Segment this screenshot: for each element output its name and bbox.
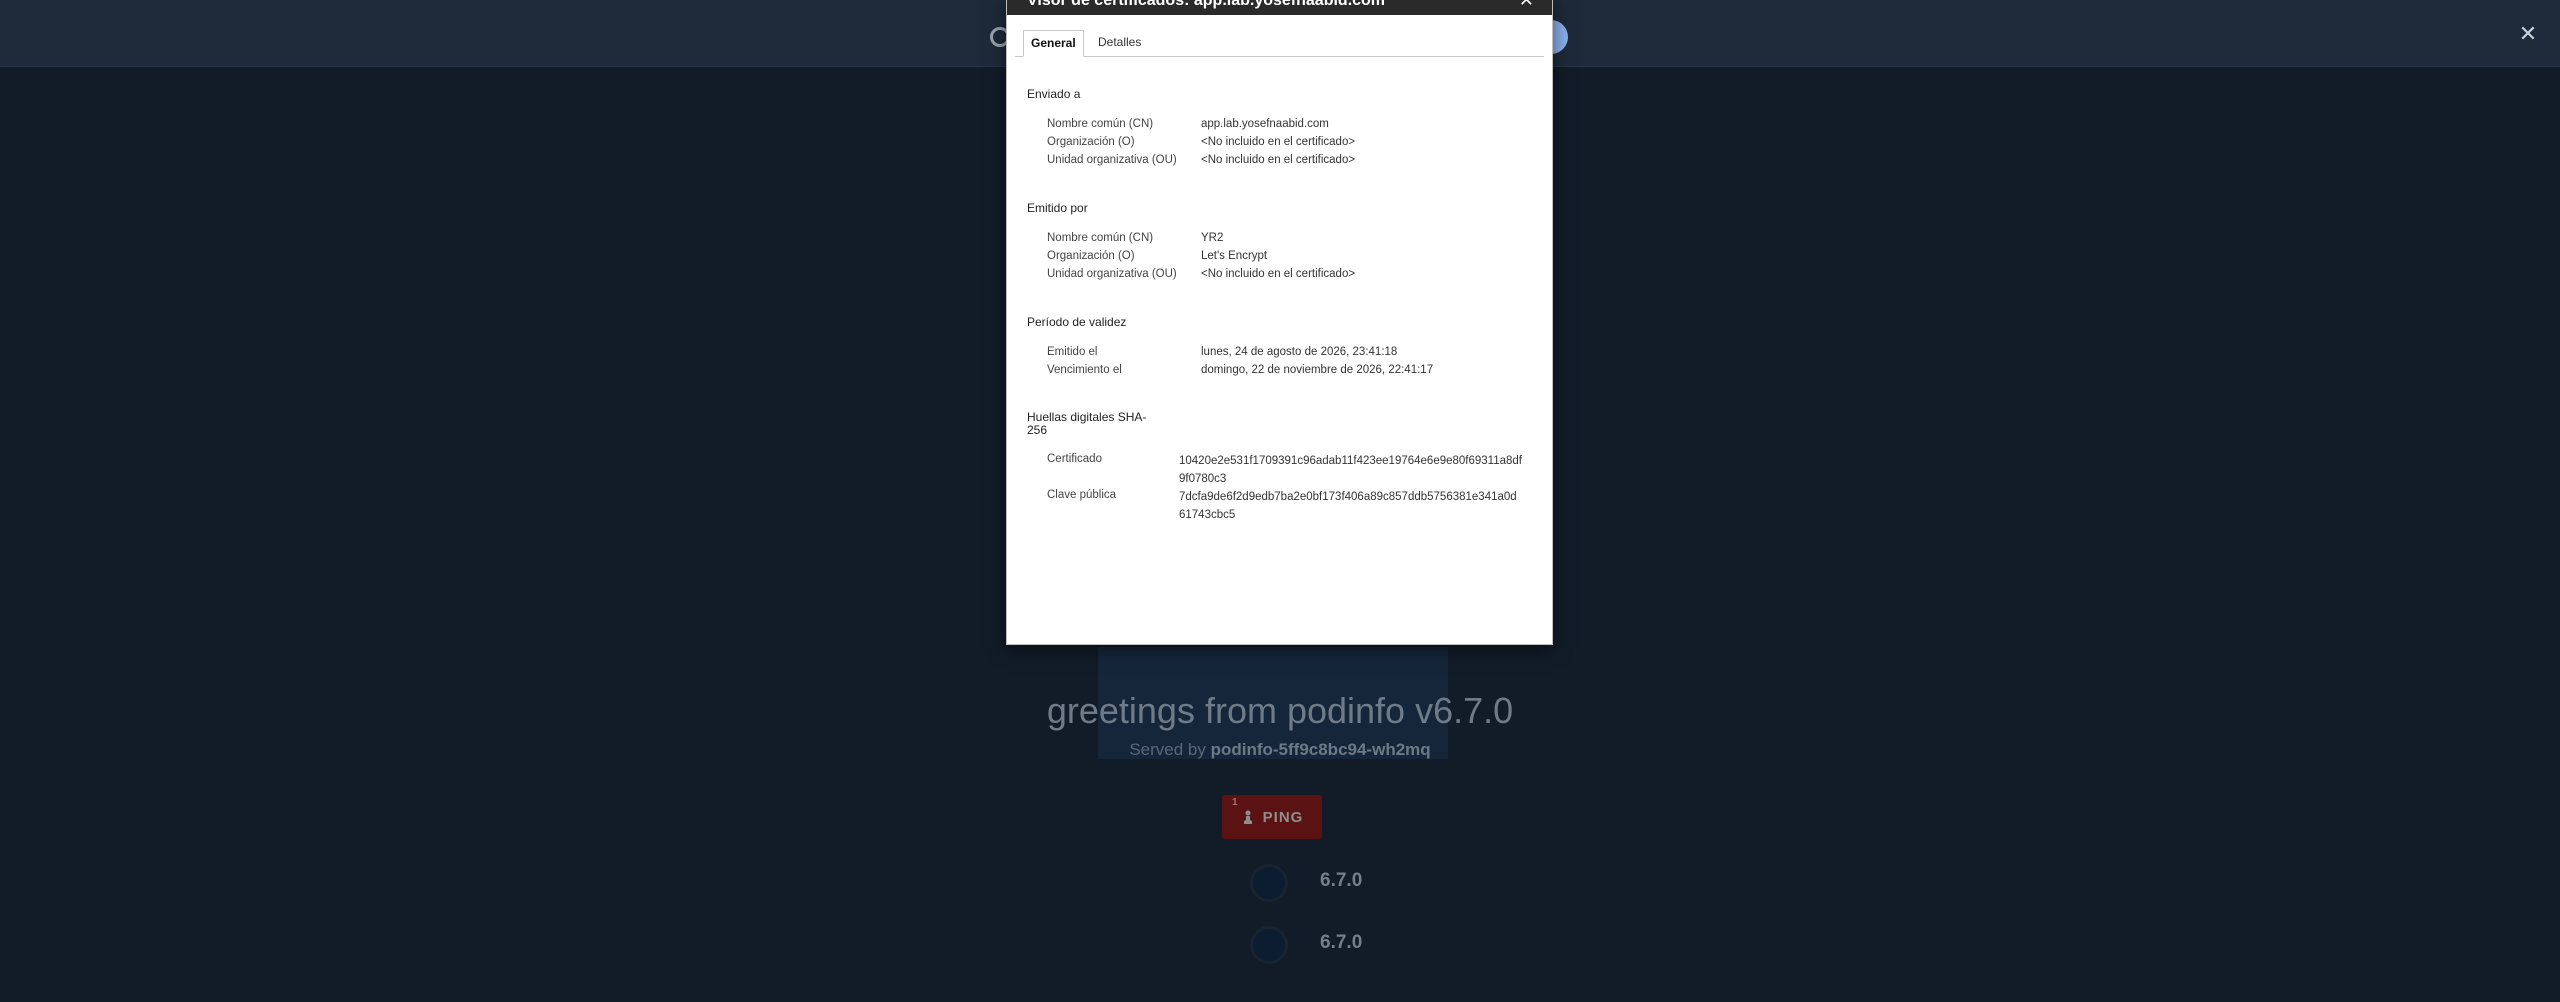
certificate-viewer-dialog: Visor de certificados: app.lab.yosefnaab… (1007, 0, 1552, 644)
field-value: <No incluido en el certificado> (1201, 154, 1356, 166)
dialog-title: Visor de certificados: app.lab.yosefnaab… (1027, 0, 1386, 9)
issued-by-heading: Emitido por (1027, 201, 1088, 215)
field-label: Certificado (1047, 453, 1102, 465)
ping-badge: 1 (1232, 797, 1239, 808)
field-label: Clave pública (1047, 489, 1117, 501)
served-by-text: Served by podinfo-5ff9c8bc94-wh2mq (0, 740, 2560, 760)
fingerprint-value: 10420e2e531f1709391c96adab11f423ee19764e… (1179, 452, 1539, 488)
touch-icon (1243, 810, 1252, 824)
field-label: Organización (O) (1047, 250, 1135, 262)
dialog-titlebar[interactable]: Visor de certificados: app.lab.yosefnaab… (1007, 0, 1552, 15)
version-indicator-icon (1250, 864, 1288, 902)
field-value: <No incluido en el certificado> (1201, 136, 1356, 148)
fingerprints-heading: Huellas digitales SHA- 256 (1027, 411, 1146, 437)
field-value: YR2 (1201, 232, 1224, 244)
fingerprint-value: 7dcfa9de6f2d9edb7ba2e0bf173f406a89c857dd… (1179, 488, 1539, 524)
tab-details[interactable]: Detalles (1091, 30, 1148, 55)
close-icon[interactable]: ✕ (1519, 0, 1534, 11)
ping-label: PING (1262, 808, 1304, 826)
field-value: Let's Encrypt (1201, 250, 1268, 262)
field-label: Nombre común (CN) (1047, 118, 1154, 130)
served-prefix: Served by (1129, 740, 1211, 759)
validity-heading: Período de validez (1027, 315, 1127, 329)
field-label: Organización (O) (1047, 136, 1135, 148)
fingerprint-line: 9f0780c3 (1179, 473, 1227, 485)
field-label: Emitido el (1047, 346, 1098, 358)
fingerprints-heading-line2: 256 (1027, 423, 1048, 437)
field-value: <No incluido en el certificado> (1201, 268, 1356, 280)
tab-bar: General Detalles (1015, 27, 1544, 57)
issued-to-heading: Enviado a (1027, 87, 1081, 101)
version-indicator-icon (1250, 926, 1288, 964)
greeting-heading: greetings from podinfo v6.7.0 (1046, 690, 1514, 731)
field-value: lunes, 24 de agosto de 2026, 23:41:18 (1201, 346, 1398, 358)
close-icon[interactable]: ✕ (2516, 22, 2540, 46)
pod-name: podinfo-5ff9c8bc94-wh2mq (1210, 740, 1431, 759)
fingerprint-line: 61743cbc5 (1179, 509, 1236, 521)
fingerprint-line: 7dcfa9de6f2d9edb7ba2e0bf173f406a89c857dd… (1179, 491, 1517, 503)
field-label: Nombre común (CN) (1047, 232, 1154, 244)
fingerprint-line: 10420e2e531f1709391c96adab11f423ee19764e… (1179, 455, 1523, 467)
field-label: Unidad organizativa (OU) (1047, 154, 1177, 166)
version-row: 6.7.0 (1250, 864, 1550, 904)
field-label: Unidad organizativa (OU) (1047, 268, 1177, 280)
version-text: 6.7.0 (1320, 932, 1363, 953)
field-value: app.lab.yosefnaabid.com (1201, 118, 1329, 130)
tab-general[interactable]: General (1023, 30, 1084, 57)
ping-button[interactable]: 1 PING (1222, 795, 1322, 839)
field-label: Vencimiento el (1047, 364, 1122, 376)
field-value: domingo, 22 de noviembre de 2026, 22:41:… (1201, 364, 1434, 376)
version-row: 6.7.0 (1250, 926, 1550, 966)
version-text: 6.7.0 (1320, 870, 1363, 891)
